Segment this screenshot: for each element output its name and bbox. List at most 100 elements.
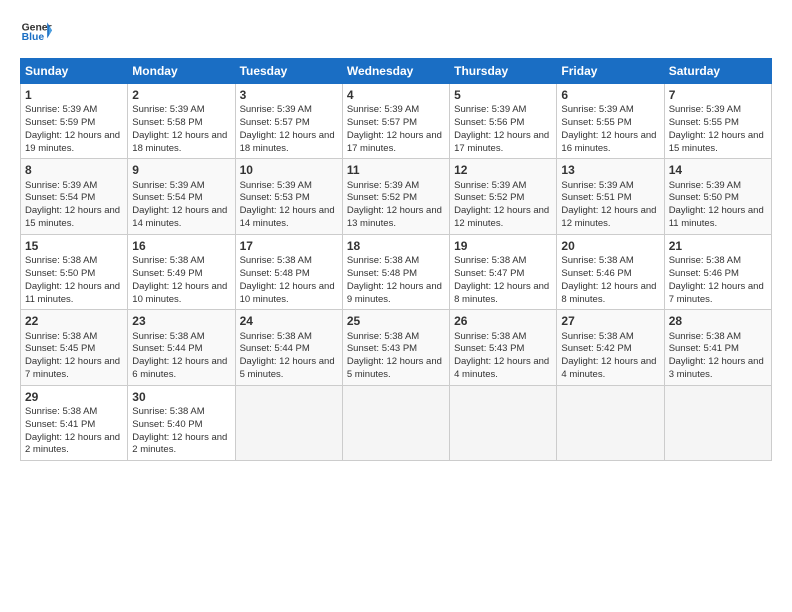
daylight-text: Daylight: 12 hours and 6 minutes. xyxy=(132,356,227,380)
sunrise-text: Sunrise: 5:39 AM xyxy=(669,104,741,115)
day-number: 17 xyxy=(240,238,338,254)
day-number: 20 xyxy=(561,238,659,254)
calendar-cell xyxy=(664,385,771,460)
daylight-text: Daylight: 12 hours and 8 minutes. xyxy=(561,281,656,305)
daylight-text: Daylight: 12 hours and 9 minutes. xyxy=(347,281,442,305)
header: General Blue xyxy=(20,16,772,48)
sunrise-text: Sunrise: 5:38 AM xyxy=(454,255,526,266)
calendar-week-row: 1Sunrise: 5:39 AMSunset: 5:59 PMDaylight… xyxy=(21,84,772,159)
sunset-text: Sunset: 5:51 PM xyxy=(561,192,631,203)
calendar-cell xyxy=(235,385,342,460)
daylight-text: Daylight: 12 hours and 13 minutes. xyxy=(347,205,442,229)
sunset-text: Sunset: 5:55 PM xyxy=(669,117,739,128)
sunrise-text: Sunrise: 5:38 AM xyxy=(347,331,419,342)
daylight-text: Daylight: 12 hours and 10 minutes. xyxy=(132,281,227,305)
sunrise-text: Sunrise: 5:38 AM xyxy=(132,255,204,266)
daylight-text: Daylight: 12 hours and 10 minutes. xyxy=(240,281,335,305)
calendar-cell: 6Sunrise: 5:39 AMSunset: 5:55 PMDaylight… xyxy=(557,84,664,159)
calendar-cell xyxy=(342,385,449,460)
sunset-text: Sunset: 5:50 PM xyxy=(669,192,739,203)
calendar-cell: 12Sunrise: 5:39 AMSunset: 5:52 PMDayligh… xyxy=(450,159,557,234)
svg-text:Blue: Blue xyxy=(22,32,45,43)
calendar-header-cell: Sunday xyxy=(21,59,128,84)
calendar-cell: 22Sunrise: 5:38 AMSunset: 5:45 PMDayligh… xyxy=(21,310,128,385)
sunset-text: Sunset: 5:53 PM xyxy=(240,192,310,203)
day-number: 18 xyxy=(347,238,445,254)
calendar-week-row: 8Sunrise: 5:39 AMSunset: 5:54 PMDaylight… xyxy=(21,159,772,234)
calendar-cell: 13Sunrise: 5:39 AMSunset: 5:51 PMDayligh… xyxy=(557,159,664,234)
daylight-text: Daylight: 12 hours and 11 minutes. xyxy=(669,205,764,229)
sunset-text: Sunset: 5:42 PM xyxy=(561,343,631,354)
sunset-text: Sunset: 5:57 PM xyxy=(240,117,310,128)
day-number: 10 xyxy=(240,162,338,178)
sunrise-text: Sunrise: 5:39 AM xyxy=(240,104,312,115)
sunrise-text: Sunrise: 5:39 AM xyxy=(347,104,419,115)
calendar-cell: 23Sunrise: 5:38 AMSunset: 5:44 PMDayligh… xyxy=(128,310,235,385)
calendar-cell xyxy=(450,385,557,460)
sunset-text: Sunset: 5:58 PM xyxy=(132,117,202,128)
calendar-cell xyxy=(557,385,664,460)
daylight-text: Daylight: 12 hours and 18 minutes. xyxy=(240,130,335,154)
daylight-text: Daylight: 12 hours and 2 minutes. xyxy=(132,432,227,456)
sunrise-text: Sunrise: 5:38 AM xyxy=(561,331,633,342)
sunrise-text: Sunrise: 5:38 AM xyxy=(25,255,97,266)
calendar-cell: 16Sunrise: 5:38 AM Sunset: 5:49 PM Dayligh… xyxy=(128,234,235,309)
calendar-header-row: SundayMondayTuesdayWednesdayThursdayFrid… xyxy=(21,59,772,84)
sunset-text: Sunset: 5:49 PM xyxy=(132,268,202,279)
calendar-header-cell: Wednesday xyxy=(342,59,449,84)
sunset-text: Sunset: 5:43 PM xyxy=(347,343,417,354)
calendar-cell: 3Sunrise: 5:39 AMSunset: 5:57 PMDaylight… xyxy=(235,84,342,159)
daylight-text: Daylight: 12 hours and 17 minutes. xyxy=(347,130,442,154)
daylight-text: Daylight: 12 hours and 15 minutes. xyxy=(669,130,764,154)
sunrise-text: Sunrise: 5:38 AM xyxy=(454,331,526,342)
sunrise-text: Sunrise: 5:38 AM xyxy=(132,406,204,417)
daylight-text: Daylight: 12 hours and 18 minutes. xyxy=(132,130,227,154)
calendar-cell: 4Sunrise: 5:39 AMSunset: 5:57 PMDaylight… xyxy=(342,84,449,159)
daylight-text: Daylight: 12 hours and 3 minutes. xyxy=(669,356,764,380)
sunrise-text: Sunrise: 5:39 AM xyxy=(132,180,204,191)
day-number: 25 xyxy=(347,313,445,329)
daylight-text: Daylight: 12 hours and 17 minutes. xyxy=(454,130,549,154)
daylight-text: Daylight: 12 hours and 14 minutes. xyxy=(240,205,335,229)
calendar-header-cell: Tuesday xyxy=(235,59,342,84)
calendar-cell: 17Sunrise: 5:38 AMSunset: 5:48 PMDayligh… xyxy=(235,234,342,309)
day-number: 8 xyxy=(25,162,123,178)
sunset-text: Sunset: 5:52 PM xyxy=(454,192,524,203)
calendar-cell: 7Sunrise: 5:39 AM Sunset: 5:55 PM Daylight… xyxy=(664,84,771,159)
day-number: 1 xyxy=(25,87,123,103)
day-number: 9 xyxy=(132,162,230,178)
sunset-text: Sunset: 5:44 PM xyxy=(132,343,202,354)
daylight-text: Daylight: 12 hours and 12 minutes. xyxy=(561,205,656,229)
sunset-text: Sunset: 5:40 PM xyxy=(132,419,202,430)
day-number: 16 xyxy=(132,238,230,254)
sunrise-text: Sunrise: 5:38 AM xyxy=(240,331,312,342)
calendar-week-row: 22Sunrise: 5:38 AMSunset: 5:45 PMDayligh… xyxy=(21,310,772,385)
sunset-text: Sunset: 5:54 PM xyxy=(132,192,202,203)
sunset-text: Sunset: 5:48 PM xyxy=(347,268,417,279)
calendar-cell: 14 Sunrise: 5:39 AMSunset: 5:50 PM Dayligh… xyxy=(664,159,771,234)
daylight-text: Daylight: 12 hours and 15 minutes. xyxy=(25,205,120,229)
calendar-cell: 15Sunrise: 5:38 AMSunset: 5:50 PMDayligh… xyxy=(21,234,128,309)
day-number: 28 xyxy=(669,313,767,329)
calendar-week-row: 29Sunrise: 5:38 AMSunset: 5:41 PMDayligh… xyxy=(21,385,772,460)
sunrise-text: Sunrise: 5:39 AM xyxy=(669,180,741,191)
logo-icon: General Blue xyxy=(20,16,52,48)
sunrise-text: Sunrise: 5:38 AM xyxy=(240,255,312,266)
day-number: 6 xyxy=(561,87,659,103)
sunrise-text: Sunrise: 5:39 AM xyxy=(132,104,204,115)
day-number: 14 xyxy=(669,162,767,178)
calendar-cell: 21Sunrise: 5:38 AMSunset: 5:46 PMDayligh… xyxy=(664,234,771,309)
sunrise-text: Sunrise: 5:39 AM xyxy=(561,104,633,115)
day-number: 7 xyxy=(669,87,767,103)
calendar-cell: 8Sunrise: 5:39 AMSunset: 5:54 PMDaylight… xyxy=(21,159,128,234)
sunset-text: Sunset: 5:57 PM xyxy=(347,117,417,128)
day-number: 30 xyxy=(132,389,230,405)
calendar-cell: 1Sunrise: 5:39 AMSunset: 5:59 PMDaylight… xyxy=(21,84,128,159)
day-number: 15 xyxy=(25,238,123,254)
sunrise-text: Sunrise: 5:39 AM xyxy=(454,180,526,191)
day-number: 23 xyxy=(132,313,230,329)
daylight-text: Daylight: 12 hours and 16 minutes. xyxy=(561,130,656,154)
day-number: 11 xyxy=(347,162,445,178)
daylight-text: Daylight: 12 hours and 4 minutes. xyxy=(454,356,549,380)
calendar-cell: 26Sunrise: 5:38 AMSunset: 5:43 PMDayligh… xyxy=(450,310,557,385)
